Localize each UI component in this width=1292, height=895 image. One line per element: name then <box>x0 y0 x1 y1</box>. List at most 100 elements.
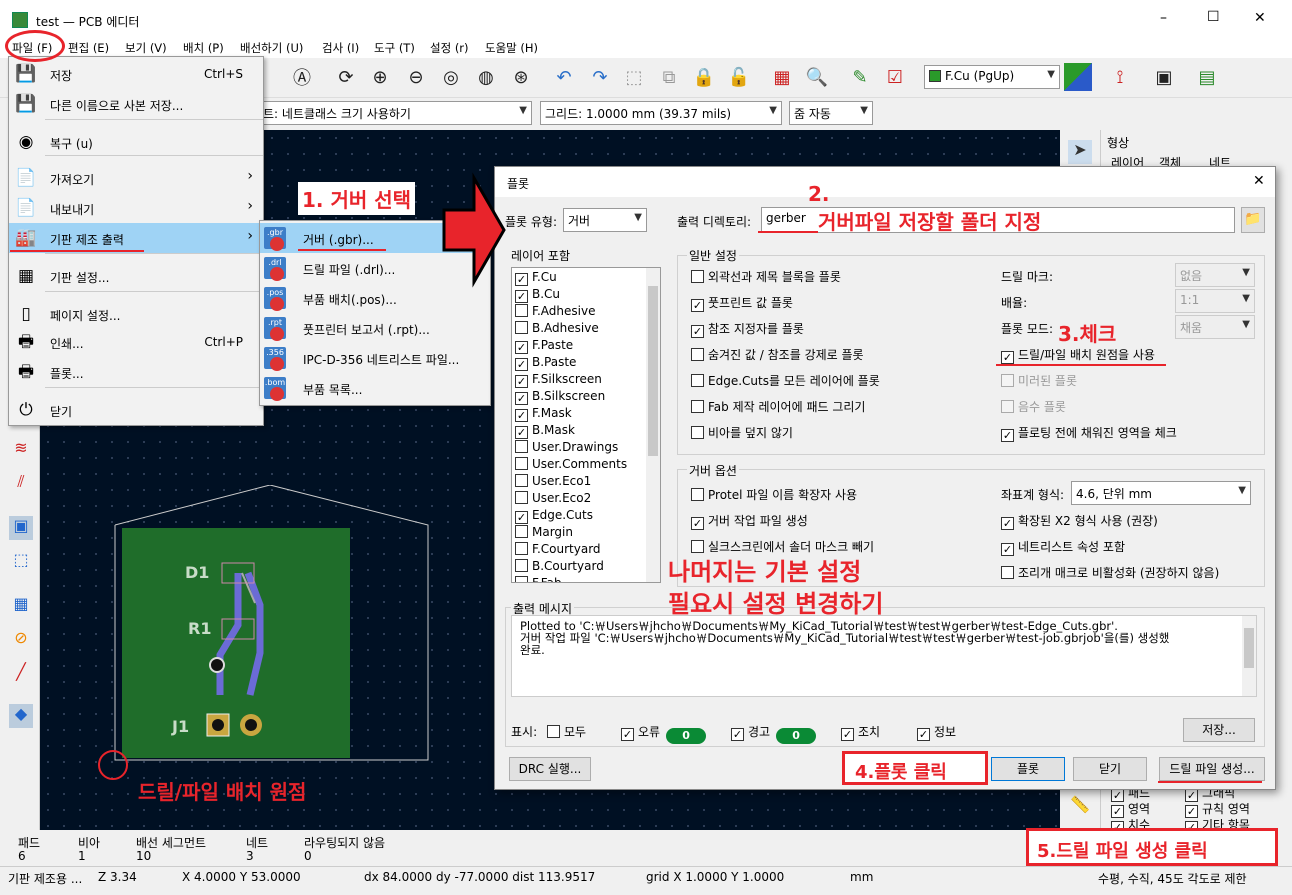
maximize-button[interactable]: ☐ <box>1207 9 1220 25</box>
layer-checkbox-row[interactable]: User.Eco2 <box>515 491 591 505</box>
layer-checkbox-row[interactable]: ✓ F.Mask <box>515 406 572 422</box>
zoom-fit-icon[interactable]: ◎ <box>437 63 465 91</box>
fab-submenu-item[interactable]: .bom 부품 목록... <box>260 373 490 403</box>
checkbox[interactable] <box>515 559 528 572</box>
menu-place[interactable]: 배치 (P) <box>183 40 224 56</box>
board-setup-icon[interactable]: ▦ <box>768 63 796 91</box>
close-window-button[interactable]: ✕ <box>1254 10 1266 26</box>
plot-button[interactable]: 플롯 <box>991 757 1065 781</box>
option-checkbox[interactable]: ✓ 풋프린트 값 플롯 <box>691 294 793 312</box>
filter-errors[interactable]: ✓ 오류 0 <box>621 723 707 744</box>
grid-select[interactable]: 그리드: 1.0000 mm (39.37 mils) ▼ <box>540 101 782 125</box>
checkbox[interactable] <box>515 304 528 317</box>
file-menu-item[interactable]: 📄 내보내기 › <box>9 193 263 223</box>
menu-route[interactable]: 배선하기 (U) <box>240 40 303 56</box>
fab-submenu-item[interactable]: .356 IPC-D-356 네트리스트 파일... <box>260 343 490 373</box>
grid-icon[interactable]: ▦ <box>9 594 33 618</box>
checkbox[interactable]: ✓ <box>515 511 528 524</box>
file-menu-item[interactable]: 🖶 플롯... <box>9 357 263 387</box>
checkbox[interactable]: ✓ <box>691 517 704 530</box>
option-checkbox[interactable]: Fab 제작 레이어에 패드 그리기 <box>691 398 865 415</box>
layer-checkbox-row[interactable]: Margin <box>515 525 573 539</box>
layer-checkbox-row[interactable]: ✓ Edge.Cuts <box>515 508 593 524</box>
select-area-icon[interactable]: ⬚ <box>9 550 33 574</box>
file-menu-item[interactable]: ▦ 기판 설정... <box>9 261 263 291</box>
file-menu-item[interactable]: 💾 다른 이름으로 사본 저장... <box>9 89 263 119</box>
select-arrow-icon[interactable]: ➤ <box>1068 140 1092 164</box>
file-menu-item[interactable]: ▯ 페이지 설정... <box>9 299 263 329</box>
menu-help[interactable]: 도움말 (H) <box>485 40 538 56</box>
menu-tools[interactable]: 도구 (T) <box>374 40 415 56</box>
measure-icon[interactable]: 📏 <box>1068 795 1092 819</box>
option-checkbox[interactable]: 미러된 플롯 <box>1001 372 1077 389</box>
layer-list-scrollbar[interactable] <box>646 268 660 582</box>
checkbox[interactable] <box>515 491 528 504</box>
netclass-select[interactable]: 트: 네트클래스 크기 사용하기 ▼ <box>258 101 532 125</box>
zoom-select[interactable]: 줌 자동 ▼ <box>789 101 873 125</box>
file-menu-item[interactable]: ⏻ 닫기 <box>9 395 263 425</box>
zoom-in-icon[interactable]: ⊕ <box>366 63 394 91</box>
checkbox[interactable] <box>515 321 528 334</box>
scale-select[interactable]: 1:1 ▼ <box>1175 289 1255 313</box>
browse-folder-button[interactable]: 📁 <box>1241 207 1265 233</box>
coord-format-select[interactable]: 4.6, 단위 mm ▼ <box>1071 481 1251 505</box>
layer-pair-icon[interactable] <box>1064 63 1092 91</box>
option-checkbox[interactable]: ✓ 거버 작업 파일 생성 <box>691 512 808 530</box>
rotate-ccw-icon[interactable]: ↶ <box>550 63 578 91</box>
checkbox[interactable] <box>515 576 528 582</box>
checkbox[interactable] <box>515 474 528 487</box>
option-checkbox[interactable]: Edge.Cuts를 모든 레이어에 플롯 <box>691 372 880 389</box>
option-checkbox[interactable]: 비아를 덮지 않기 <box>691 424 793 441</box>
layer-checkbox-row[interactable]: ✓ B.Paste <box>515 355 576 371</box>
filter-warnings[interactable]: ✓ 경고 0 <box>731 723 817 744</box>
checkbox[interactable] <box>691 400 704 413</box>
ratsnest-icon[interactable]: ≋ <box>9 438 33 462</box>
menu-preferences[interactable]: 설정 (r) <box>430 40 469 56</box>
checkbox[interactable] <box>515 440 528 453</box>
fab-submenu-item[interactable]: .rpt 풋프린터 보고서 (.rpt)... <box>260 313 490 343</box>
checkbox[interactable] <box>515 542 528 555</box>
zoom-selection-icon[interactable]: ⊛ <box>507 63 535 91</box>
checkbox[interactable] <box>691 488 704 501</box>
layer-checkbox-row[interactable]: ✓ B.Silkscreen <box>515 389 605 405</box>
menu-view[interactable]: 보기 (V) <box>125 40 167 56</box>
layer-checkbox-row[interactable]: ✓ B.Mask <box>515 423 575 439</box>
option-checkbox[interactable]: 외곽선과 제목 블록을 플롯 <box>691 268 841 285</box>
option-checkbox[interactable]: ✓ 드릴/파일 배치 원점을 사용 <box>1001 346 1155 364</box>
unlock-icon[interactable]: 🔓 <box>725 63 753 91</box>
checkbox[interactable]: ✓ <box>917 728 930 741</box>
checkbox[interactable]: ✓ <box>515 392 528 405</box>
checkbox[interactable]: ✓ <box>1001 517 1014 530</box>
filter-all[interactable]: 모두 <box>547 723 586 740</box>
option-checkbox[interactable]: 조리개 매크로 비활성화 (권장하지 않음) <box>1001 564 1219 581</box>
checkbox[interactable] <box>691 348 704 361</box>
checkbox[interactable]: ✓ <box>515 273 528 286</box>
checkbox[interactable] <box>691 374 704 387</box>
menu-edit[interactable]: 편집 (E) <box>68 40 109 56</box>
filter-info[interactable]: ✓ 정보 <box>917 723 956 741</box>
checkbox[interactable]: ✓ <box>841 728 854 741</box>
option-checkbox[interactable]: Protel 파일 이름 확장자 사용 <box>691 486 857 503</box>
minimize-button[interactable]: – <box>1160 10 1167 26</box>
checkbox[interactable]: ✓ <box>1001 429 1014 442</box>
inspect-icon[interactable]: 🔍 <box>803 63 831 91</box>
checkbox[interactable] <box>515 457 528 470</box>
checkbox[interactable]: ✓ <box>515 341 528 354</box>
scripting-console-icon[interactable]: ▣ <box>1150 63 1178 91</box>
zoom-objects-icon[interactable]: ◍ <box>472 63 500 91</box>
zoom-out-icon[interactable]: ⊖ <box>402 63 430 91</box>
save-messages-button[interactable]: 저장... <box>1183 718 1255 742</box>
file-menu-item[interactable]: 📄 가져오기 › <box>9 163 263 193</box>
file-menu-item[interactable]: 💾 저장 Ctrl+S <box>9 59 263 89</box>
layer-select[interactable]: F.Cu (PgUp) ▼ <box>924 65 1060 89</box>
checkbox[interactable] <box>515 525 528 538</box>
option-checkbox[interactable]: ✓ 확장된 X2 형식 사용 (권장) <box>1001 512 1158 530</box>
layer-checkbox-row[interactable]: F.Courtyard <box>515 542 601 556</box>
menu-inspect[interactable]: 검사 (I) <box>322 40 359 56</box>
plugin-icon[interactable]: ▤ <box>1193 63 1221 91</box>
checkbox[interactable]: ✓ <box>515 409 528 422</box>
circle-icon[interactable]: ⊘ <box>9 628 33 652</box>
checkbox[interactable]: ✓ <box>515 290 528 303</box>
layer-checkbox-row[interactable]: ✓ F.Cu <box>515 270 557 286</box>
layer-checkbox-row[interactable]: B.Adhesive <box>515 321 599 335</box>
